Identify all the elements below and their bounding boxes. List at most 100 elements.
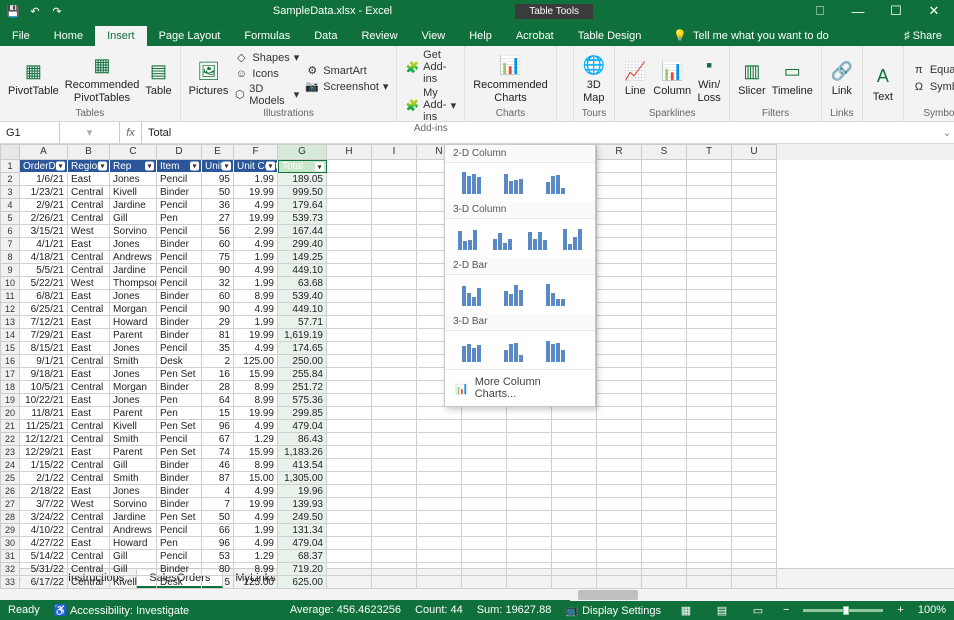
cell[interactable]: 4.99 <box>234 485 278 498</box>
cell[interactable]: Binder <box>157 186 202 199</box>
cell[interactable]: 12/12/21 <box>20 433 68 446</box>
cell[interactable]: Jones <box>110 368 157 381</box>
cell[interactable]: East <box>68 537 110 550</box>
cell[interactable]: Jones <box>110 394 157 407</box>
cell[interactable]: 1/6/21 <box>20 173 68 186</box>
cell[interactable]: Howard <box>110 537 157 550</box>
cell[interactable]: 167.44 <box>278 225 327 238</box>
cell[interactable]: 67 <box>202 433 234 446</box>
tell-me-search[interactable]: 💡Tell me what you want to do <box>665 25 836 46</box>
row-header-2[interactable]: 2 <box>0 173 20 186</box>
cell[interactable]: Morgan <box>110 381 157 394</box>
screenshot-button[interactable]: 📷Screenshot▾ <box>305 80 388 94</box>
cell[interactable]: 449.10 <box>278 303 327 316</box>
cell[interactable]: 2.99 <box>234 225 278 238</box>
cell[interactable]: 4/1/21 <box>20 238 68 251</box>
cell[interactable]: Binder <box>157 238 202 251</box>
icons-button[interactable]: ☺Icons <box>234 67 299 81</box>
cell[interactable]: Jones <box>110 342 157 355</box>
cell[interactable]: 999.50 <box>278 186 327 199</box>
cell[interactable]: 66 <box>202 524 234 537</box>
cell[interactable]: 56 <box>202 225 234 238</box>
cell[interactable]: Sorvino <box>110 225 157 238</box>
cell[interactable]: Pencil <box>157 199 202 212</box>
cell[interactable]: 1.99 <box>234 277 278 290</box>
cell[interactable]: 1/15/22 <box>20 459 68 472</box>
timeline-button[interactable]: ▭Timeline <box>772 59 813 97</box>
cell[interactable]: Pencil <box>157 251 202 264</box>
cell[interactable]: Central <box>68 420 110 433</box>
redo-icon[interactable]: ↷ <box>50 4 64 18</box>
ribbon-options-icon[interactable]: ⎕ <box>802 0 838 22</box>
row-header-1[interactable]: 1 <box>0 160 20 173</box>
cell[interactable]: Binder <box>157 381 202 394</box>
col-header-A[interactable]: A <box>20 144 68 160</box>
row-header-26[interactable]: 26 <box>0 485 20 498</box>
row-header-8[interactable]: 8 <box>0 251 20 264</box>
cell[interactable]: Central <box>68 303 110 316</box>
cell[interactable]: Pen Set <box>157 446 202 459</box>
minimize-button[interactable]: — <box>840 0 876 22</box>
cell[interactable]: 5/14/22 <box>20 550 68 563</box>
cell[interactable]: Desk <box>157 576 202 589</box>
cell[interactable]: 1.99 <box>234 173 278 186</box>
chart-type-option[interactable] <box>497 337 529 363</box>
cell[interactable]: Binder <box>157 472 202 485</box>
row-header-33[interactable]: 33 <box>0 576 20 589</box>
spark-winloss-button[interactable]: ▪Win/ Loss <box>697 53 721 103</box>
cell[interactable]: 1,183.26 <box>278 446 327 459</box>
formula-input[interactable]: Total <box>142 127 940 139</box>
cell[interactable]: Pencil <box>157 277 202 290</box>
cell[interactable]: 189.05 <box>278 173 327 186</box>
cell[interactable]: Binder <box>157 316 202 329</box>
save-icon[interactable]: 💾 <box>6 4 20 18</box>
cell[interactable]: 10/22/21 <box>20 394 68 407</box>
cell[interactable]: 449.10 <box>278 264 327 277</box>
cell[interactable]: 15.99 <box>234 368 278 381</box>
cell[interactable]: Binder <box>157 498 202 511</box>
cell[interactable]: 60 <box>202 238 234 251</box>
cell[interactable]: 299.40 <box>278 238 327 251</box>
cell[interactable]: Central <box>68 355 110 368</box>
cell[interactable]: Thompson <box>110 277 157 290</box>
pictures-button[interactable]: 🖼Pictures <box>189 59 229 97</box>
row-header-24[interactable]: 24 <box>0 459 20 472</box>
zoom-in-button[interactable]: + <box>897 604 903 616</box>
pivottable-button[interactable]: ▦PivotTable <box>8 59 59 97</box>
row-header-32[interactable]: 32 <box>0 563 20 576</box>
cell[interactable]: 479.04 <box>278 537 327 550</box>
cell[interactable]: East <box>68 238 110 251</box>
table-header-item[interactable]: Item <box>157 160 202 173</box>
cell[interactable]: Central <box>68 563 110 576</box>
cell[interactable]: Central <box>68 212 110 225</box>
cell[interactable]: 4.99 <box>234 537 278 550</box>
cell[interactable]: 413.54 <box>278 459 327 472</box>
cell[interactable]: East <box>68 407 110 420</box>
col-header-G[interactable]: G <box>278 144 327 160</box>
cell[interactable]: 1.99 <box>234 316 278 329</box>
cell[interactable]: 8.99 <box>234 394 278 407</box>
cell[interactable]: 81 <box>202 329 234 342</box>
table-header-unit cost[interactable]: Unit Cost <box>234 160 278 173</box>
chart-type-option[interactable] <box>490 225 515 251</box>
row-header-19[interactable]: 19 <box>0 394 20 407</box>
row-header-21[interactable]: 21 <box>0 420 20 433</box>
cell[interactable]: 3/24/22 <box>20 511 68 524</box>
cell[interactable]: 2/18/22 <box>20 485 68 498</box>
cell[interactable]: Parent <box>110 329 157 342</box>
cell[interactable]: 50 <box>202 186 234 199</box>
cell[interactable]: 36 <box>202 199 234 212</box>
shapes-button[interactable]: ◇Shapes▾ <box>234 51 299 65</box>
table-header-rep[interactable]: Rep <box>110 160 157 173</box>
cell[interactable]: 19.96 <box>278 485 327 498</box>
cell[interactable]: East <box>68 485 110 498</box>
row-header-17[interactable]: 17 <box>0 368 20 381</box>
cell[interactable]: Gill <box>110 459 157 472</box>
cell[interactable]: 4 <box>202 485 234 498</box>
cell[interactable]: 539.73 <box>278 212 327 225</box>
cell[interactable]: 1.99 <box>234 251 278 264</box>
spark-line-button[interactable]: 📈Line <box>623 59 647 97</box>
chart-type-option[interactable] <box>525 225 550 251</box>
cell[interactable]: 96 <box>202 537 234 550</box>
cell[interactable]: 27 <box>202 212 234 225</box>
